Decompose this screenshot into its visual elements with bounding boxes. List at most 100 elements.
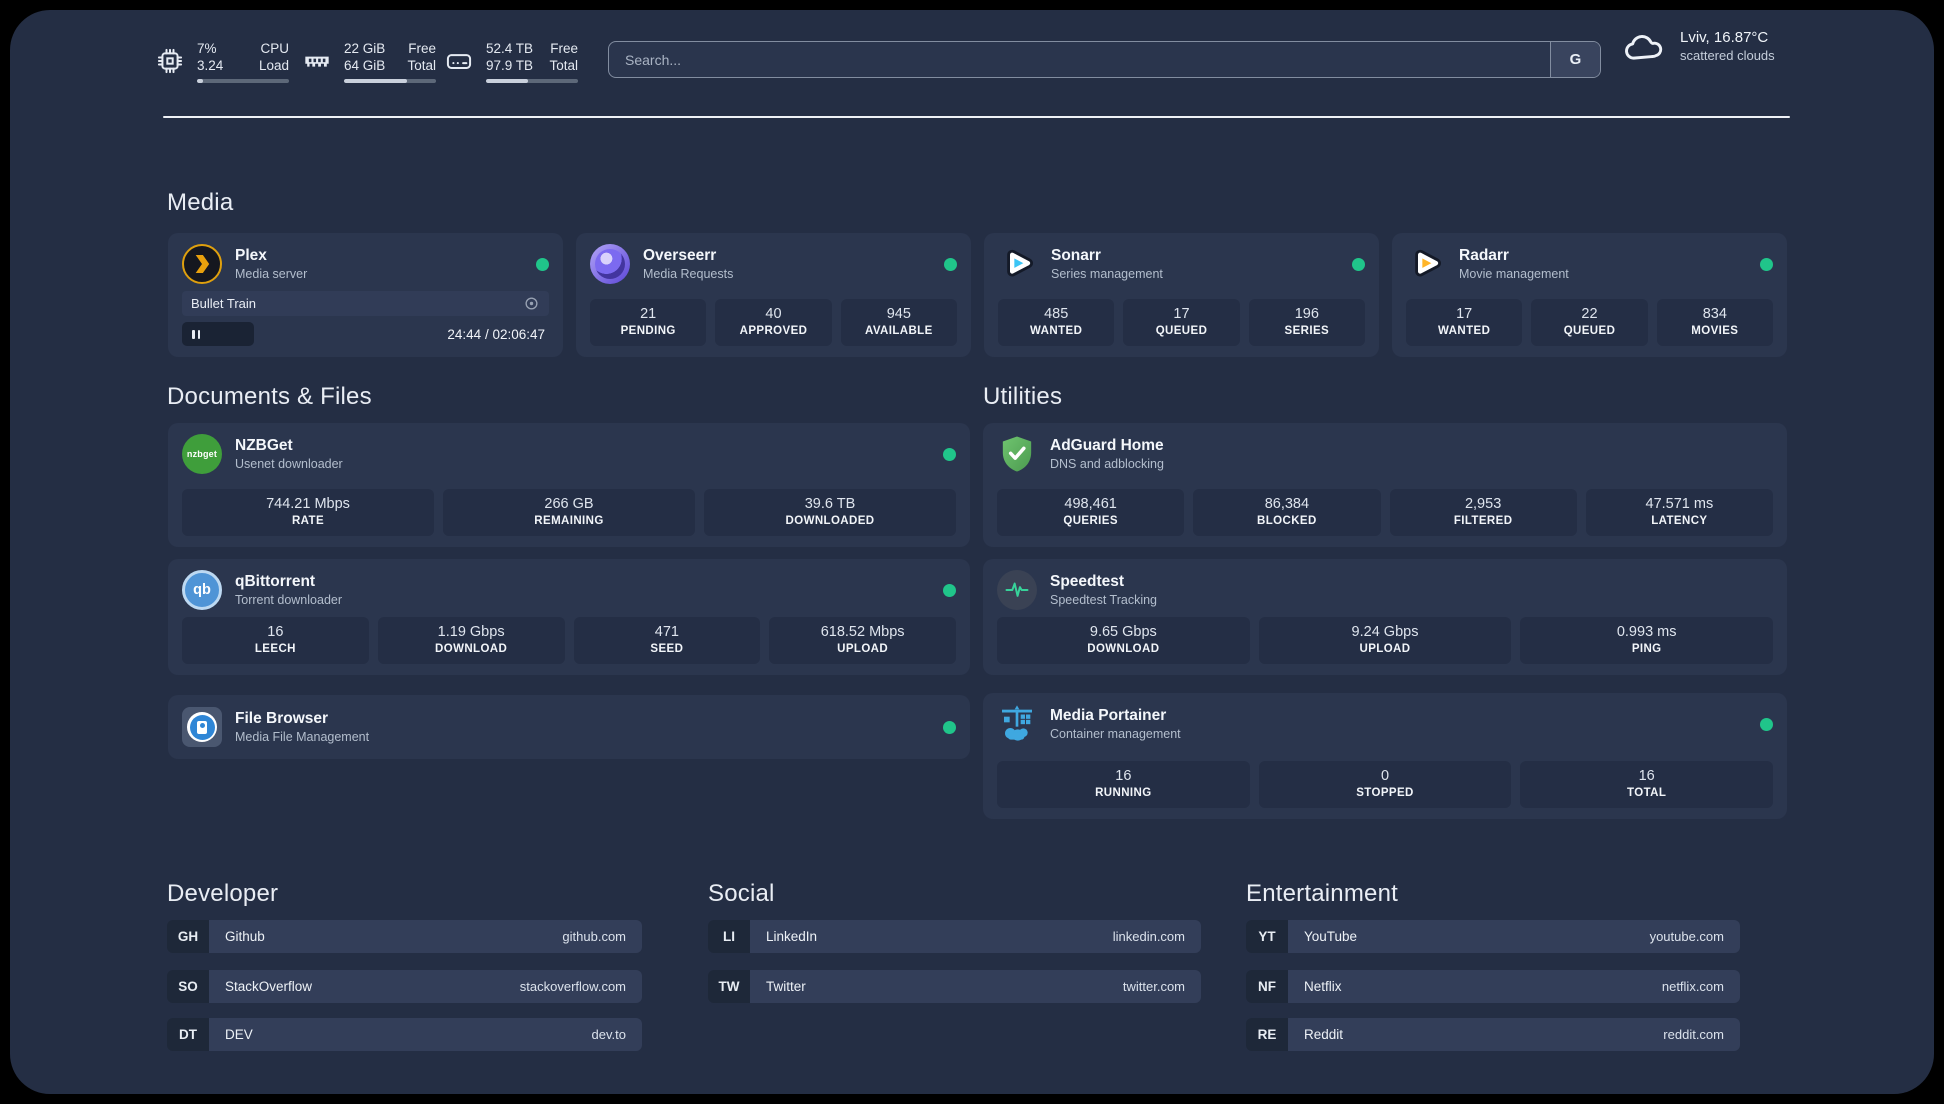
stat-wanted: 17 WANTED (1406, 299, 1523, 346)
stat-queued: 22 QUEUED (1531, 299, 1648, 346)
app-title: File Browser (235, 709, 329, 727)
app-subtitle: Movie management (1459, 266, 1569, 281)
radarr-icon (1406, 244, 1446, 284)
search-input[interactable] (609, 42, 1550, 77)
status-dot (536, 257, 549, 271)
cpu-label2: Load (258, 57, 289, 73)
link-name: YouTube (1304, 929, 1358, 944)
section-title-entertainment: Entertainment (1246, 880, 1399, 907)
app-title: Radarr (1459, 246, 1509, 264)
playback-progress-bar[interactable]: 24:44 / 02:06:47 (182, 322, 549, 346)
link-github[interactable]: GH Github github.com (167, 920, 642, 953)
overseerr-card[interactable]: Overseerr Media Requests 21 PENDING 40 APP… (576, 233, 971, 357)
disk-icon (446, 54, 472, 69)
stat-movies: 834 MOVIES (1656, 299, 1773, 346)
link-url: stackoverflow.com (519, 979, 626, 994)
speedtest-icon (997, 570, 1037, 610)
link-stackoverflow[interactable]: SO StackOverflow stackoverflow.com (167, 970, 642, 1003)
portainer-card[interactable]: Media Portainer Container management 16 R… (983, 693, 1787, 819)
app-title: Media Portainer (1050, 706, 1167, 724)
app-title: Plex (235, 246, 267, 264)
disk-stat-widget: 52.4 TB 97.9 TB Free Total (445, 37, 578, 85)
link-linkedin[interactable]: LI LinkedIn linkedin.com (708, 920, 1201, 953)
app-subtitle: Speedtest Tracking (1050, 592, 1158, 607)
nzbget-card[interactable]: nzbget NZBGet Usenet downloader 744.21 M… (168, 423, 970, 547)
plex-icon (182, 244, 222, 284)
plex-card[interactable]: Plex Media server Bullet Train 24:44 / 0… (168, 233, 563, 357)
stat-queries: 498,461 QUERIES (997, 489, 1185, 536)
stat-download: 1.19 Gbps DOWNLOAD (377, 617, 565, 664)
section-title-social: Social (708, 880, 775, 907)
link-abbr: LI (708, 920, 750, 953)
link-dev[interactable]: DT DEV dev.to (167, 1018, 642, 1051)
cpu-usage: 7% (197, 40, 217, 56)
search-engine-button[interactable]: G (1550, 42, 1600, 77)
section-title-developer: Developer (167, 880, 279, 907)
app-subtitle: DNS and adblocking (1050, 456, 1164, 471)
link-abbr: GH (167, 920, 209, 953)
stat-pending: 21 PENDING (590, 299, 707, 346)
search-bar: G (608, 41, 1601, 78)
memory-stat-widget: 22 GiB 64 GiB Free Total (303, 37, 436, 85)
app-subtitle: Torrent downloader (235, 592, 343, 607)
cpu-label1: CPU (260, 40, 289, 56)
stat-queued: 17 QUEUED (1123, 299, 1240, 346)
weather-widget: Lviv, 16.87°C scattered clouds (1622, 28, 1775, 64)
link-url: reddit.com (1663, 1027, 1724, 1042)
link-abbr: YT (1246, 920, 1288, 953)
live-session-icon[interactable] (523, 295, 540, 312)
header-divider (163, 116, 1790, 118)
stat-rate: 744.21 Mbps RATE (182, 489, 434, 536)
portainer-icon (997, 704, 1037, 744)
section-title-utilities: Utilities (983, 383, 1063, 410)
section-title-documents: Documents & Files (167, 383, 372, 410)
weather-location-temp: Lviv, 16.87°C (1680, 29, 1769, 46)
app-title: NZBGet (235, 436, 293, 454)
stat-download: 9.65 Gbps DOWNLOAD (997, 617, 1250, 664)
stat-blocked: 86,384 BLOCKED (1193, 489, 1381, 536)
cloud-icon (1625, 35, 1663, 60)
link-reddit[interactable]: RE Reddit reddit.com (1246, 1018, 1740, 1051)
qbittorrent-card[interactable]: qb qBittorrent Torrent downloader 16 LEEC… (168, 559, 970, 675)
cpu-icon (157, 48, 183, 74)
link-name: Reddit (1304, 1027, 1344, 1042)
link-youtube[interactable]: YT YouTube youtube.com (1246, 920, 1740, 953)
overseerr-icon (590, 244, 630, 284)
qbittorrent-icon: qb (182, 570, 222, 610)
app-title: Sonarr (1051, 246, 1101, 264)
stat-filtered: 2,953 FILTERED (1389, 489, 1577, 536)
stat-available: 945 AVAILABLE (840, 299, 957, 346)
stat-total: 16 TOTAL (1520, 761, 1774, 808)
sonarr-card[interactable]: Sonarr Series management 485 WANTED 17 QUE… (984, 233, 1379, 357)
nzbget-icon: nzbget (182, 434, 222, 474)
app-subtitle: Container management (1050, 726, 1181, 741)
playback-time: 24:44 / 02:06:47 (447, 326, 545, 342)
link-name: LinkedIn (766, 929, 818, 944)
link-url: netflix.com (1661, 979, 1724, 994)
status-dot (1760, 717, 1773, 731)
app-subtitle: Series management (1051, 266, 1163, 281)
cpu-load: 3.24 (197, 57, 224, 73)
pause-button[interactable] (182, 322, 254, 346)
stat-remaining: 266 GB REMAINING (443, 489, 695, 536)
stat-series: 196 SERIES (1248, 299, 1365, 346)
link-netflix[interactable]: NF Netflix netflix.com (1246, 970, 1740, 1003)
status-dot (1352, 257, 1365, 271)
speedtest-card[interactable]: Speedtest Speedtest Tracking 9.65 Gbps DO… (983, 559, 1787, 675)
radarr-card[interactable]: Radarr Movie management 17 WANTED 22 QUEUE… (1392, 233, 1787, 357)
memory-progress-bar (344, 78, 436, 83)
link-abbr: SO (167, 970, 209, 1003)
memory-icon (305, 56, 329, 67)
link-name: Netflix (1304, 979, 1342, 994)
adguard-card[interactable]: AdGuard Home DNS and adblocking 498,461 Q… (983, 423, 1787, 547)
section-title-media: Media (167, 189, 234, 216)
memory-label1: Free (408, 40, 436, 56)
disk-free: 52.4 TB (486, 40, 534, 56)
filebrowser-card[interactable]: File Browser Media File Management (168, 695, 970, 759)
stat-upload: 618.52 Mbps UPLOAD (769, 617, 956, 664)
status-dot (944, 257, 957, 271)
app-subtitle: Media Requests (643, 266, 734, 281)
status-dot (943, 447, 956, 461)
link-twitter[interactable]: TW Twitter twitter.com (708, 970, 1201, 1003)
now-playing-title: Bullet Train (191, 296, 257, 311)
